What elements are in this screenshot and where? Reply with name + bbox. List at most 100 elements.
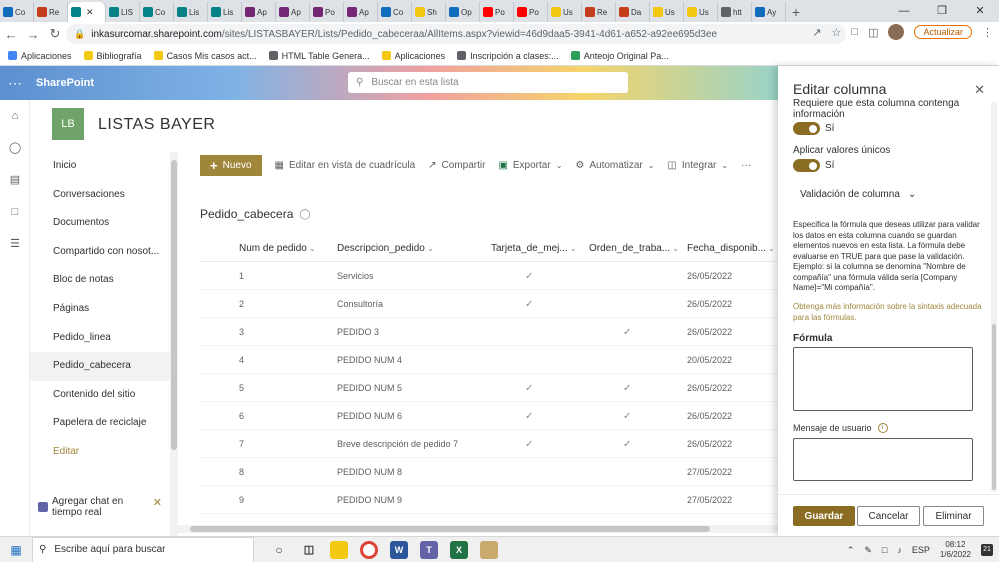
- browser-tab[interactable]: Op: [446, 2, 480, 22]
- nav-item-conversaciones[interactable]: Conversaciones: [30, 181, 170, 210]
- table-row[interactable]: 8 PEDIDO NUM 8 27/05/2022: [200, 458, 778, 486]
- sidebar-icon[interactable]: ◫: [868, 26, 878, 39]
- required-toggle[interactable]: [793, 122, 820, 135]
- browser-tab[interactable]: Co: [0, 2, 34, 22]
- language-indicator[interactable]: ESP: [912, 545, 930, 555]
- table-row[interactable]: 5 PEDIDO NUM 5 ✓ ✓ 26/05/2022: [200, 374, 778, 402]
- nav-item-inicio[interactable]: Inicio: [30, 152, 170, 181]
- table-row[interactable]: 1 Servicios ✓ 26/05/2022: [200, 262, 778, 290]
- cortana-icon[interactable]: ○: [270, 541, 288, 559]
- column-header[interactable]: Fecha_disponib... ⌄: [687, 236, 778, 262]
- maximize-icon[interactable]: ❐: [923, 0, 961, 22]
- reload-icon[interactable]: ↻: [44, 26, 66, 42]
- list-title-text[interactable]: Pedido_cabecera: [200, 207, 293, 221]
- nav-scrollbar-thumb[interactable]: [171, 160, 177, 450]
- bookmark-item[interactable]: Casos Mis casos act...: [153, 51, 257, 61]
- volume-icon[interactable]: ♪: [897, 545, 902, 555]
- browser-tab[interactable]: Lis: [208, 2, 242, 22]
- more-commands-button[interactable]: ···: [741, 160, 751, 171]
- url-field[interactable]: 🔒 inkasurcomar.sharepoint.com/sites/LIST…: [66, 24, 846, 44]
- bookmark-item[interactable]: Inscripción a clases:...: [457, 51, 559, 61]
- nav-item-pedido-linea[interactable]: Pedido_linea: [30, 324, 170, 353]
- nav-item-p-ginas[interactable]: Páginas: [30, 295, 170, 324]
- file-explorer-icon[interactable]: [330, 540, 348, 559]
- table-row[interactable]: 4 PEDIDO NUM 4 20/05/2022: [200, 346, 778, 374]
- browser-tab[interactable]: Us: [684, 2, 718, 22]
- info-icon[interactable]: i: [877, 423, 888, 433]
- bookmark-item[interactable]: HTML Table Genera...: [268, 51, 370, 61]
- update-button[interactable]: Actualizar: [914, 25, 972, 39]
- column-header[interactable]: Tarjeta_de_mej... ⌄: [491, 236, 583, 262]
- windows-start-icon[interactable]: ▦: [0, 543, 32, 557]
- network-icon[interactable]: □: [882, 545, 887, 555]
- profile-avatar[interactable]: [888, 24, 905, 40]
- browser-tab[interactable]: Ap: [242, 2, 276, 22]
- browser-tab[interactable]: Po: [480, 2, 514, 22]
- browser-tab[interactable]: Sh: [412, 2, 446, 22]
- bookmark-item[interactable]: Anteojo Original Pa...: [570, 51, 669, 61]
- close-icon[interactable]: ✕: [974, 82, 985, 98]
- teams-chat-promo[interactable]: Agregar chat en tiempo real ✕: [38, 496, 164, 536]
- browser-tab[interactable]: Co: [378, 2, 412, 22]
- nav-item-pedido-cabecera[interactable]: Pedido_cabecera: [30, 352, 170, 381]
- browser-tab[interactable]: Ay: [752, 2, 786, 22]
- browser-tab[interactable]: Ap: [276, 2, 310, 22]
- browser-tab[interactable]: Lis: [174, 2, 208, 22]
- bookmark-star-icon[interactable]: ☆: [832, 26, 842, 39]
- forward-icon[interactable]: →: [22, 27, 44, 42]
- browser-tab[interactable]: Re: [34, 2, 68, 22]
- chevron-up-icon[interactable]: ⌃: [847, 545, 855, 556]
- paint-icon[interactable]: [480, 540, 498, 559]
- panel-scrollbar-thumb[interactable]: [992, 324, 996, 490]
- column-header[interactable]: Descripcion_pedido ⌄: [337, 236, 482, 262]
- new-tab-button[interactable]: +: [786, 2, 806, 22]
- browser-tab[interactable]: Po: [514, 2, 548, 22]
- table-row[interactable]: 6 PEDIDO NUM 6 ✓ ✓ 26/05/2022: [200, 402, 778, 430]
- nav-item-compartido-con-nosot[interactable]: Compartido con nosot...: [30, 238, 170, 267]
- column-header[interactable]: Orden_de_traba... ⌄: [589, 236, 681, 262]
- globe-icon[interactable]: ◯: [0, 132, 30, 164]
- app-launcher-icon[interactable]: ⋯: [0, 75, 30, 92]
- table-row[interactable]: 9 PEDIDO NUM 9 27/05/2022: [200, 486, 778, 514]
- new-item-button[interactable]: + Nuevo: [200, 155, 262, 176]
- column-header[interactable]: Num de pedido ⌄: [239, 236, 329, 262]
- browser-tab[interactable]: Us: [650, 2, 684, 22]
- browser-tab[interactable]: LIS: [106, 2, 140, 22]
- bookmark-item[interactable]: Aplicaciones: [381, 51, 445, 61]
- share-button[interactable]: ↗ Compartir: [428, 160, 485, 171]
- close-window-icon[interactable]: ✕: [961, 0, 999, 22]
- nav-item-bloc-de-notas[interactable]: Bloc de notas: [30, 266, 170, 295]
- extensions-icon[interactable]: □: [851, 26, 858, 38]
- site-logo[interactable]: LB: [52, 108, 84, 140]
- excel-icon[interactable]: X: [450, 540, 468, 559]
- nav-item-editar[interactable]: Editar: [30, 438, 170, 467]
- clock[interactable]: 08:12 1/6/2022: [940, 540, 971, 560]
- nav-item-contenido-del-sitio[interactable]: Contenido del sitio: [30, 381, 170, 410]
- browser-tab[interactable]: Po: [310, 2, 344, 22]
- bookmark-item[interactable]: Bibliografía: [83, 51, 142, 61]
- unique-toggle[interactable]: [793, 159, 820, 172]
- menu-kebab-icon[interactable]: ⋮: [982, 26, 993, 39]
- user-message-textarea[interactable]: [793, 438, 973, 481]
- horizontal-scrollbar-thumb[interactable]: [190, 526, 710, 532]
- share-page-icon[interactable]: ↗: [812, 26, 821, 39]
- formula-textarea[interactable]: [793, 347, 973, 411]
- close-icon[interactable]: ✕: [86, 7, 94, 18]
- browser-tab[interactable]: htt: [718, 2, 752, 22]
- notifications-badge[interactable]: 21: [981, 544, 993, 556]
- browser-tab[interactable]: ✕: [68, 2, 106, 22]
- column-validation-expander[interactable]: Validación de columna ⌄: [800, 189, 916, 200]
- browser-tab[interactable]: Re: [582, 2, 616, 22]
- export-button[interactable]: ▣ Exportar ⌄: [498, 160, 562, 171]
- close-icon[interactable]: ✕: [153, 496, 162, 509]
- cancel-button[interactable]: Cancelar: [857, 506, 920, 526]
- taskbar-search-input[interactable]: ⚲ Escribe aquí para buscar: [32, 536, 254, 562]
- news-icon[interactable]: ▤: [0, 164, 30, 196]
- lists-icon[interactable]: ☰: [0, 228, 30, 260]
- integrate-button[interactable]: ◫ Integrar ⌄: [667, 160, 728, 171]
- chrome-icon[interactable]: [360, 540, 378, 559]
- browser-tab[interactable]: Us: [548, 2, 582, 22]
- list-info-icon[interactable]: ◯: [299, 209, 310, 220]
- bookmark-item[interactable]: Aplicaciones: [8, 51, 72, 61]
- site-title[interactable]: LISTAS BAYER: [98, 116, 215, 134]
